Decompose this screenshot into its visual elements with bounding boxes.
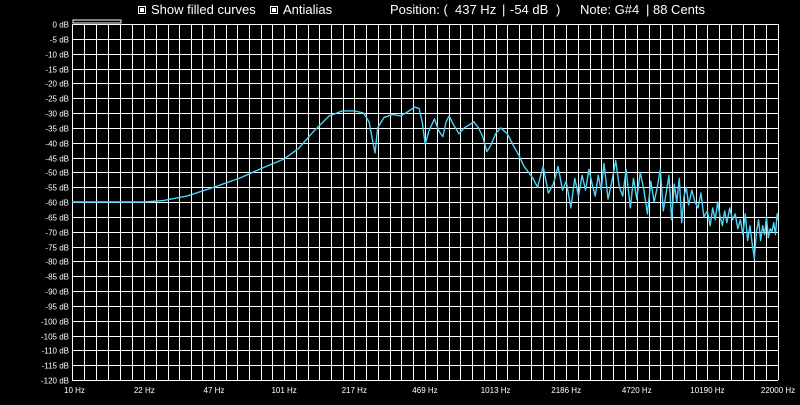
y-tick-label: -65 dB (45, 214, 69, 223)
y-tick-label: -5 dB (50, 36, 69, 45)
x-tick-label: 47 Hz (204, 386, 225, 395)
x-tick-label: 101 Hz (271, 386, 296, 395)
y-tick-label: -60 dB (45, 199, 69, 208)
y-tick-label: -25 dB (45, 95, 69, 104)
x-tick-label: 10190 Hz (690, 386, 724, 395)
x-tick-label: 22 Hz (134, 386, 155, 395)
x-tick-label: 469 Hz (412, 386, 437, 395)
y-tick-label: -105 dB (41, 333, 69, 342)
y-tick-label: -95 dB (45, 303, 69, 312)
cursor-marker (72, 19, 122, 24)
y-tick-label: -10 dB (45, 51, 69, 60)
cursor-marker-box (72, 19, 122, 24)
x-tick-label: 2186 Hz (551, 386, 581, 395)
y-tick-label: -85 dB (45, 273, 69, 282)
y-tick-label: -50 dB (45, 169, 69, 178)
x-axis-labels: 10 Hz 22 Hz 47 Hz 101 Hz 217 Hz 469 Hz 1013 Hz… (64, 386, 795, 395)
x-tick-label: 10 Hz (64, 386, 85, 395)
y-tick-label: -70 dB (45, 229, 69, 238)
y-tick-label: -115 dB (42, 362, 69, 371)
y-tick-label: -90 dB (45, 288, 69, 297)
y-tick-label: -100 dB (41, 318, 69, 327)
y-tick-label: -110 dB (42, 347, 69, 356)
x-tick-label: 217 Hz (342, 386, 367, 395)
y-tick-label: -75 dB (45, 244, 69, 253)
spectrum-chart[interactable]: 0 dB -5 dB -10 dB -15 dB -20 dB -25 dB -30 dB -… (0, 0, 800, 405)
y-axis-labels: 0 dB -5 dB -10 dB -15 dB -20 dB -25 dB -30 dB -… (41, 21, 69, 386)
y-tick-label: -45 dB (45, 155, 69, 164)
y-tick-label: -120 dB (41, 377, 69, 386)
y-tick-label: -40 dB (45, 140, 69, 149)
y-tick-label: -35 dB (45, 125, 69, 134)
y-tick-label: -55 dB (45, 184, 69, 193)
y-tick-label: 0 dB (53, 21, 69, 30)
y-tick-label: -30 dB (45, 110, 69, 119)
y-tick-label: -15 dB (45, 66, 69, 75)
x-tick-label: 22000 Hz (761, 386, 795, 395)
x-tick-label: 1013 Hz (481, 386, 511, 395)
y-tick-label: -20 dB (45, 80, 69, 89)
x-tick-label: 4720 Hz (622, 386, 652, 395)
y-tick-label: -80 dB (45, 258, 69, 267)
